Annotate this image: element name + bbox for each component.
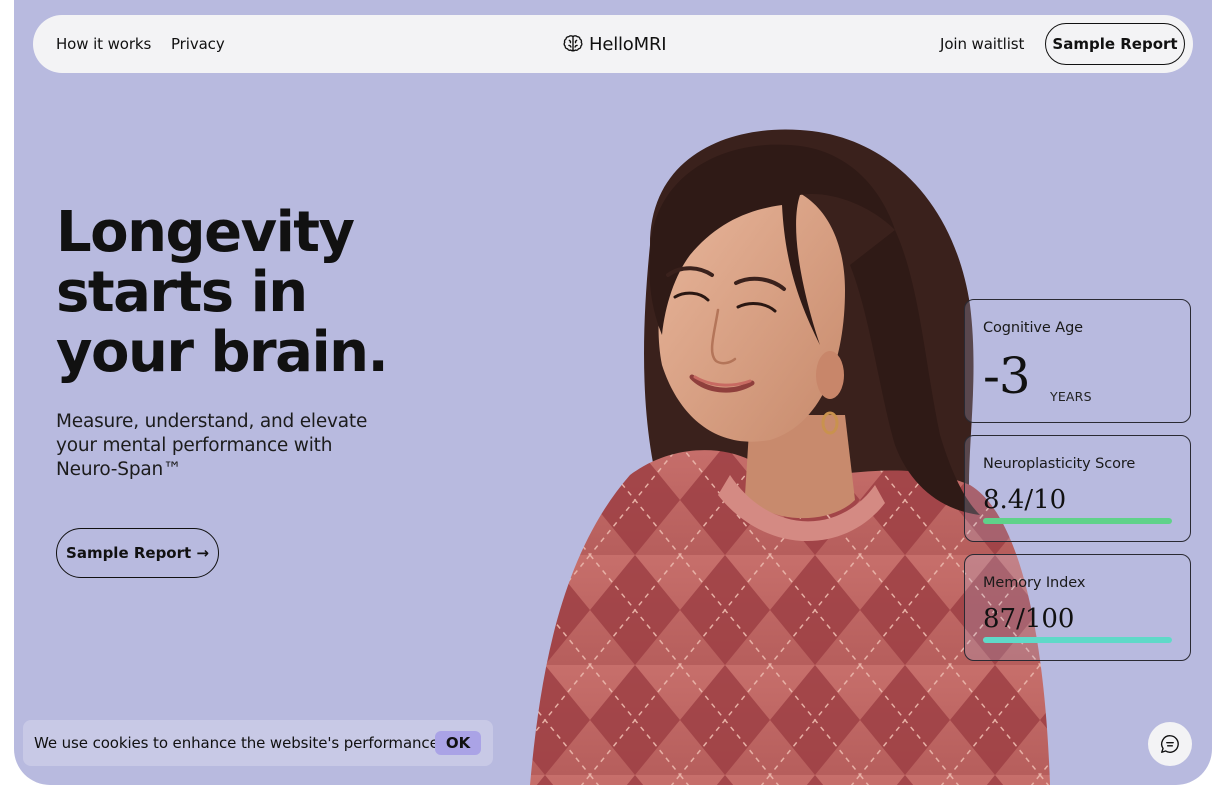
join-waitlist-link[interactable]: Join waitlist bbox=[940, 35, 1024, 53]
cognitive-age-value: -3 bbox=[983, 347, 1031, 405]
neuroplasticity-bar bbox=[983, 518, 1172, 524]
cognitive-age-card: Cognitive Age -3 YEARS bbox=[964, 299, 1191, 423]
sample-report-hero-button[interactable]: Sample Report → bbox=[56, 528, 219, 578]
logo-text: HelloMRI bbox=[589, 33, 667, 55]
memory-index-bar bbox=[983, 637, 1172, 643]
neuroplasticity-card: Neuroplasticity Score 8.4/10 bbox=[964, 435, 1191, 542]
memory-index-card: Memory Index 87/100 bbox=[964, 554, 1191, 661]
headline-line-1: Longevity bbox=[56, 200, 355, 265]
top-nav: How it works Privacy HelloMRI Join waitl… bbox=[33, 15, 1193, 73]
cookie-ok-button[interactable]: OK bbox=[435, 731, 481, 755]
cookie-banner: We use cookies to enhance the website's … bbox=[23, 720, 493, 766]
cognitive-age-unit: YEARS bbox=[1050, 389, 1092, 404]
cognitive-age-label: Cognitive Age bbox=[983, 320, 1083, 336]
neuroplasticity-label: Neuroplasticity Score bbox=[983, 456, 1136, 472]
logo[interactable]: HelloMRI bbox=[562, 31, 667, 57]
memory-index-value: 87/100 bbox=[983, 604, 1075, 634]
sample-report-nav-button[interactable]: Sample Report bbox=[1045, 23, 1185, 65]
nav-link-how-it-works[interactable]: How it works bbox=[56, 35, 151, 53]
neuroplasticity-value: 8.4/10 bbox=[983, 485, 1067, 515]
hero-section: How it works Privacy HelloMRI Join waitl… bbox=[14, 0, 1212, 785]
hero-subtitle: Measure, understand, and elevate your me… bbox=[56, 411, 368, 480]
headline-line-2: starts in bbox=[56, 260, 308, 325]
neuroplasticity-bar-fill bbox=[983, 518, 1172, 524]
memory-index-label: Memory Index bbox=[983, 575, 1086, 591]
brain-icon bbox=[563, 35, 583, 52]
nav-link-privacy[interactable]: Privacy bbox=[171, 35, 225, 53]
hero-headline: Longevity starts in your brain. bbox=[56, 203, 476, 383]
headline-line-3: your brain. bbox=[56, 320, 389, 385]
cookie-text: We use cookies to enhance the website's … bbox=[34, 734, 444, 752]
chat-button[interactable] bbox=[1148, 722, 1192, 766]
memory-index-bar-fill bbox=[983, 637, 1172, 643]
chat-icon bbox=[1161, 735, 1179, 753]
